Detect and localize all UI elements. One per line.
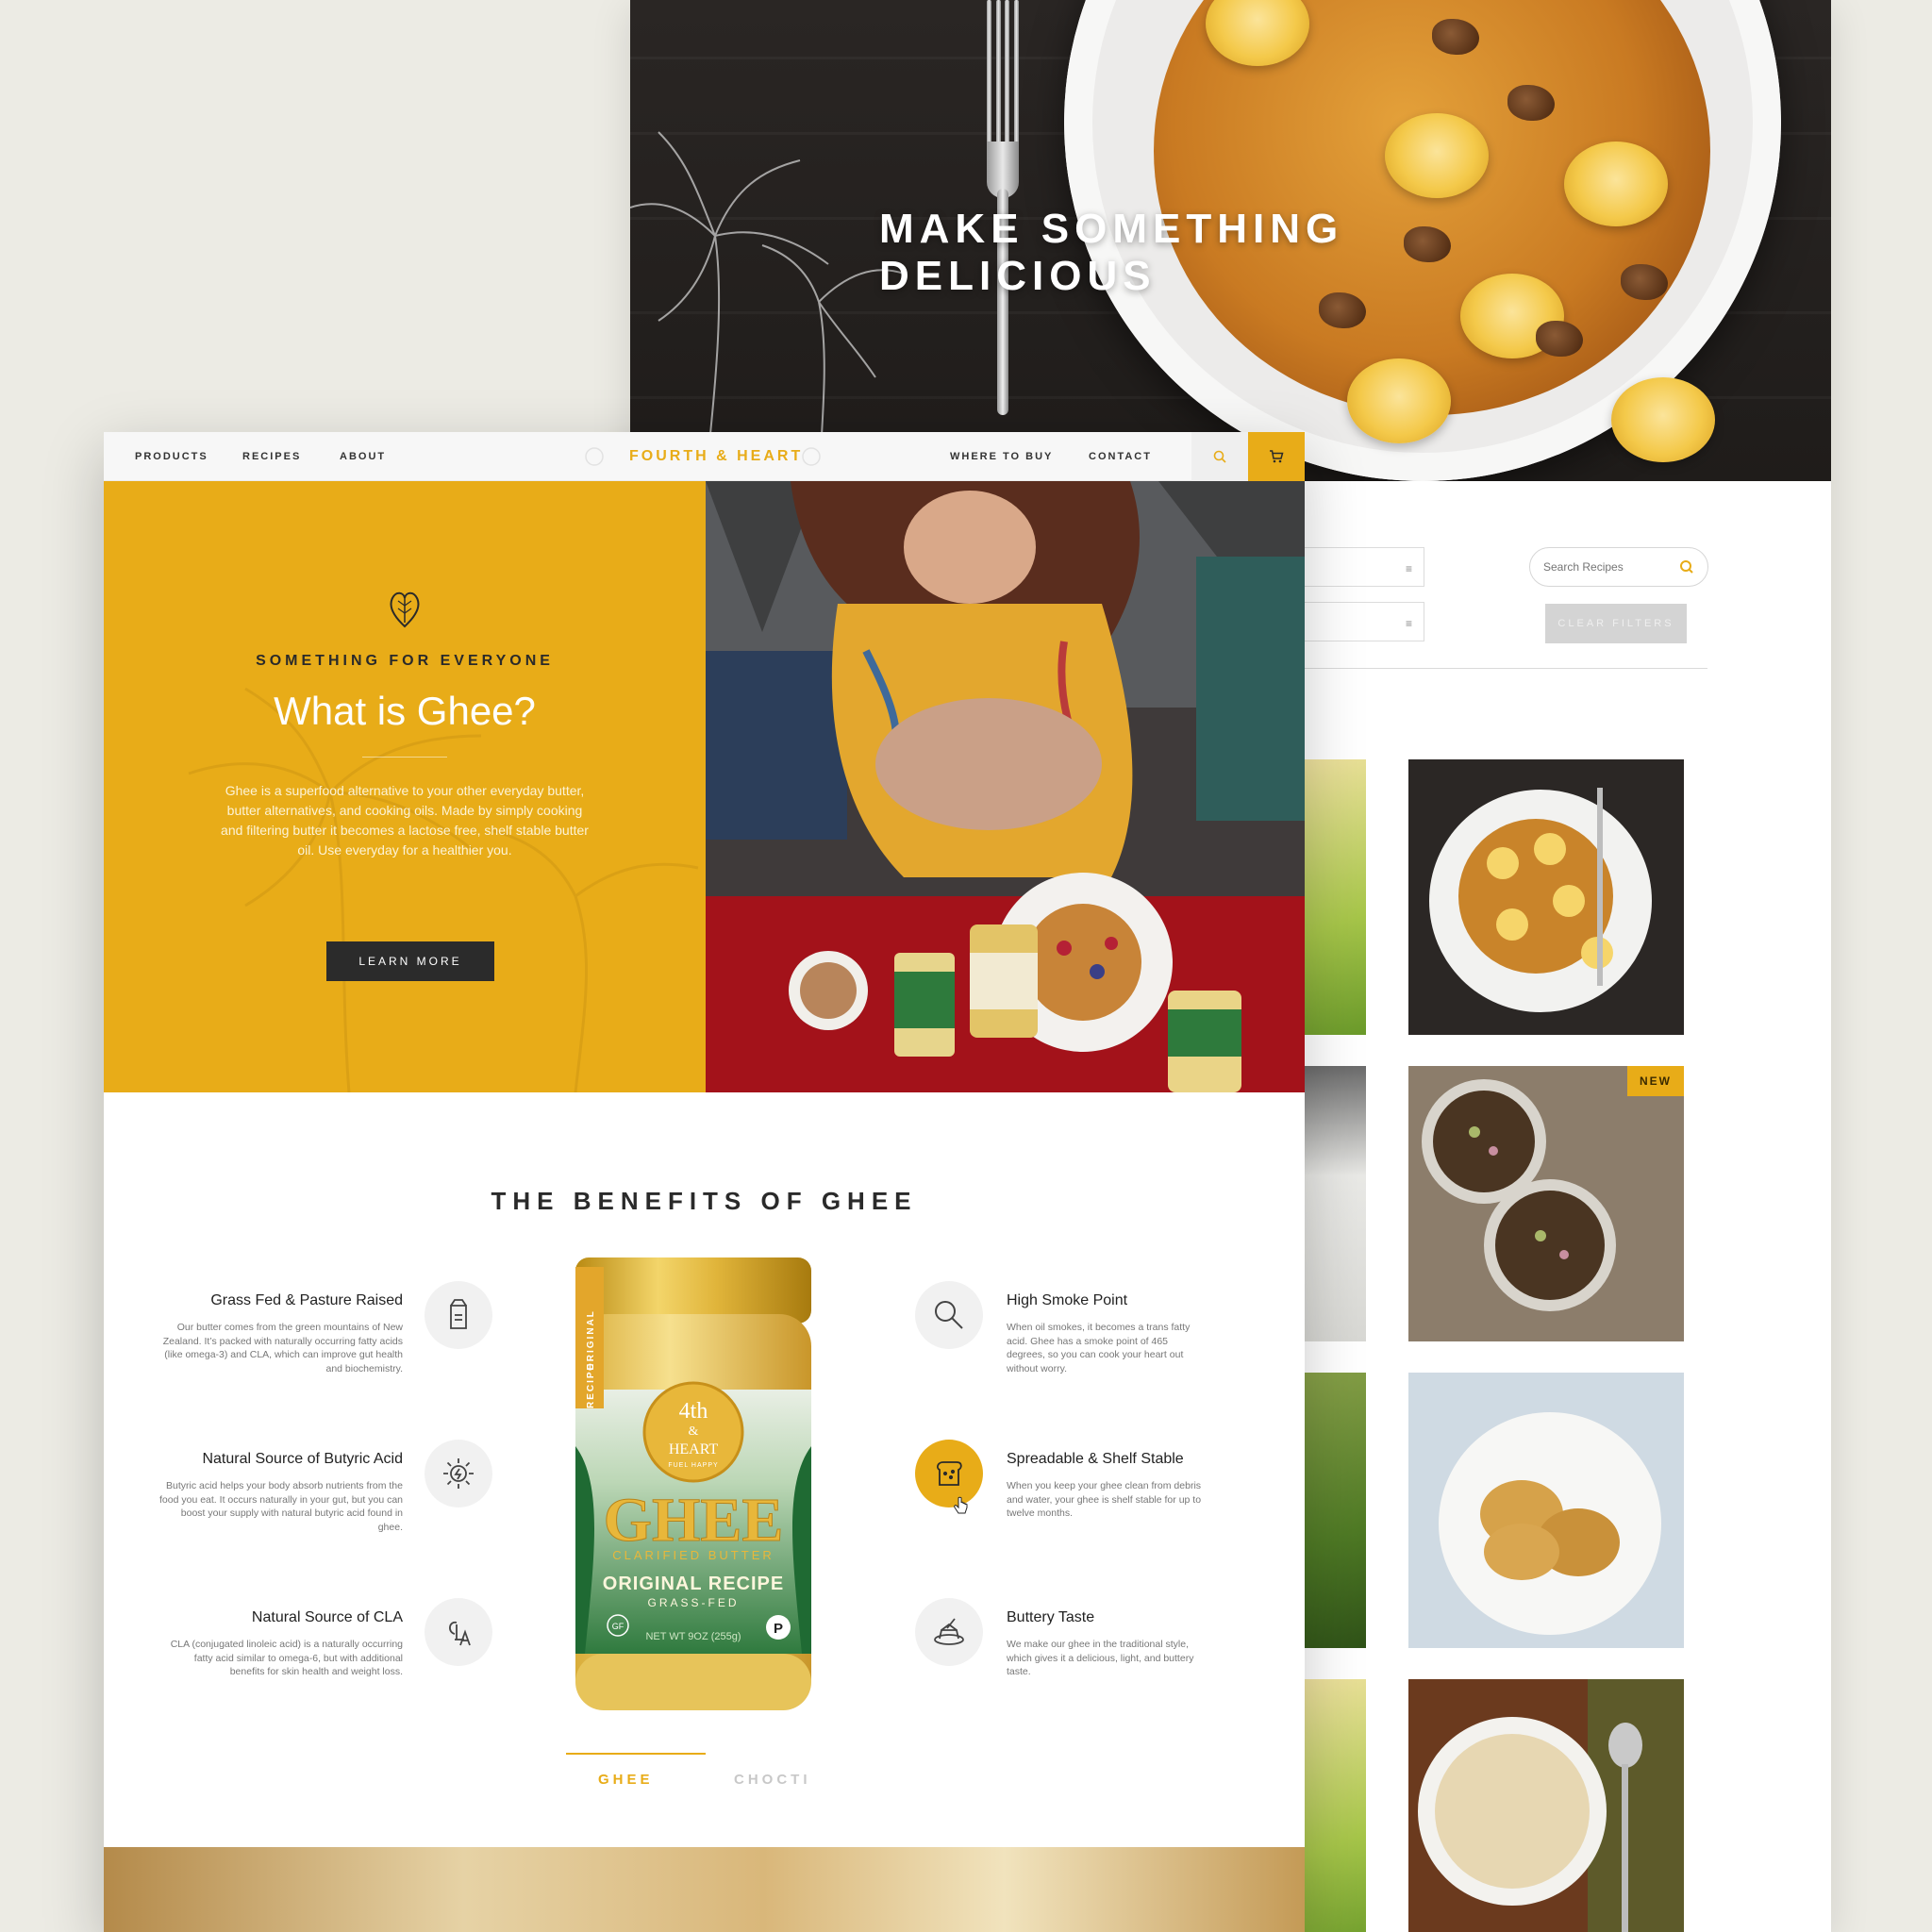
energy-sun-icon[interactable] bbox=[425, 1440, 492, 1507]
nav-recipes[interactable]: RECIPES bbox=[242, 432, 301, 481]
pointer-cursor-icon bbox=[954, 1496, 968, 1514]
cla-icon[interactable] bbox=[425, 1598, 492, 1666]
new-badge: NEW bbox=[1627, 1066, 1684, 1096]
benefit-title: Natural Source of CLA bbox=[251, 1609, 403, 1625]
section-body: Ghee is a superfood alternative to your … bbox=[221, 783, 589, 858]
divider bbox=[362, 757, 447, 758]
benefit-title: Natural Source of Butyric Acid bbox=[202, 1451, 403, 1467]
tab-chocti[interactable]: CHOCTI bbox=[734, 1772, 811, 1788]
recipe-search-input[interactable] bbox=[1543, 558, 1675, 576]
recipe-search[interactable] bbox=[1529, 547, 1708, 587]
benefit-grass-fed: Grass Fed & Pasture Raised Our butter co… bbox=[158, 1292, 403, 1375]
product-tabs: GHEE CHOCTI bbox=[566, 1753, 849, 1800]
hero-banner: MAKE SOMETHING DELICIOUS bbox=[630, 0, 1831, 481]
butter-dish-icon[interactable] bbox=[915, 1598, 983, 1666]
active-tab-indicator bbox=[566, 1753, 706, 1755]
nav-search-button[interactable] bbox=[1191, 432, 1248, 481]
walnut bbox=[1536, 321, 1583, 357]
filter-select-meal[interactable]: ≡ bbox=[1292, 602, 1424, 641]
jar-product-name: GHEE bbox=[604, 1486, 784, 1555]
ghee-jar: ORIGINAL RECIPE 4th & HEART FUEL HAPPY G… bbox=[575, 1257, 811, 1710]
jar-variant-sub: GRASS-FED bbox=[647, 1596, 739, 1609]
walnut bbox=[1432, 19, 1479, 55]
jar-side-label: RECIPE bbox=[586, 1362, 596, 1408]
palm-tree-illustration bbox=[630, 131, 905, 481]
banana-slice bbox=[1611, 377, 1715, 462]
benefit-title: Grass Fed & Pasture Raised bbox=[210, 1292, 403, 1308]
mousse-thumbnail bbox=[1408, 1066, 1684, 1341]
walnut bbox=[1507, 85, 1555, 121]
jar-tagline: FUEL HAPPY bbox=[668, 1462, 718, 1469]
nav-about[interactable]: ABOUT bbox=[340, 432, 386, 481]
benefit-buttery-taste: Buttery Taste We make our ghee in the tr… bbox=[1007, 1609, 1205, 1679]
jar-brand: HEART bbox=[669, 1441, 719, 1457]
benefit-text: CLA (conjugated linoleic acid) is a natu… bbox=[170, 1639, 403, 1677]
section-title: What is Ghee? bbox=[274, 689, 536, 733]
woman-breakfast-illustration bbox=[706, 481, 1305, 1092]
benefit-text: When you keep your ghee clean from debri… bbox=[1007, 1480, 1202, 1519]
benefit-text: We make our ghee in the traditional styl… bbox=[1007, 1639, 1194, 1677]
benefit-cla: Natural Source of CLA CLA (conjugated li… bbox=[158, 1609, 403, 1679]
search-icon bbox=[1213, 450, 1226, 463]
jar-brand: & bbox=[689, 1424, 699, 1439]
recipe-card[interactable]: NEW bbox=[1408, 1066, 1684, 1341]
ornament-icon bbox=[802, 447, 821, 466]
filter-select-category[interactable]: ≡ bbox=[1292, 547, 1424, 587]
jar-net-weight: NET WT 9OZ (255g) bbox=[645, 1631, 741, 1642]
lifestyle-photo bbox=[706, 481, 1305, 1092]
ornament-icon bbox=[585, 447, 604, 466]
soup-thumbnail bbox=[1408, 1679, 1684, 1932]
search-icon[interactable] bbox=[1675, 556, 1698, 578]
homepage: PRODUCTS RECIPES ABOUT FOURTH & HEART WH… bbox=[104, 432, 1305, 1932]
recipe-card[interactable] bbox=[1408, 759, 1684, 1035]
paleo-badge: P bbox=[774, 1621, 783, 1637]
cart-icon bbox=[1270, 450, 1284, 463]
toast-icon[interactable] bbox=[915, 1440, 983, 1507]
pancake-thumbnail bbox=[1429, 788, 1652, 1012]
nav-where-to-buy[interactable]: WHERE TO BUY bbox=[950, 432, 1053, 481]
learn-more-button[interactable]: LEARN MORE bbox=[326, 941, 494, 981]
hero-title: MAKE SOMETHING DELICIOUS bbox=[879, 206, 1344, 299]
recipe-card[interactable] bbox=[1408, 1373, 1684, 1648]
divider bbox=[1291, 668, 1707, 669]
list-icon: ≡ bbox=[1405, 617, 1412, 630]
benefit-butyric-acid: Natural Source of Butyric Acid Butyric a… bbox=[158, 1451, 403, 1534]
section-kicker: SOMETHING FOR EVERYONE bbox=[256, 653, 554, 669]
brand-logo[interactable]: FOURTH & HEART bbox=[629, 432, 803, 481]
banana-slice bbox=[1385, 113, 1489, 198]
jar-subtitle: CLARIFIED BUTTER bbox=[612, 1548, 774, 1562]
benefit-shelf-stable: Spreadable & Shelf Stable When you keep … bbox=[1007, 1451, 1205, 1521]
banana-slice bbox=[1347, 358, 1451, 443]
tab-ghee[interactable]: GHEE bbox=[598, 1772, 654, 1788]
gluten-free-badge: GF bbox=[612, 1622, 625, 1631]
milk-carton-icon[interactable] bbox=[425, 1281, 492, 1349]
next-section-image bbox=[104, 1847, 1305, 1932]
benefit-text: When oil smokes, it becomes a trans fatt… bbox=[1007, 1322, 1191, 1374]
benefit-title: Buttery Taste bbox=[1007, 1609, 1095, 1625]
frying-pan-icon[interactable] bbox=[915, 1281, 983, 1349]
benefit-title: High Smoke Point bbox=[1007, 1292, 1128, 1308]
top-nav: PRODUCTS RECIPES ABOUT FOURTH & HEART WH… bbox=[104, 432, 1305, 481]
benefits-title: THE BENEFITS OF GHEE bbox=[491, 1187, 918, 1215]
jar-side-label: ORIGINAL bbox=[586, 1309, 596, 1371]
list-icon: ≡ bbox=[1405, 562, 1412, 575]
walnut bbox=[1621, 264, 1668, 300]
recipe-card[interactable] bbox=[1408, 1679, 1684, 1932]
leaf-heart-icon bbox=[390, 591, 420, 628]
nav-contact[interactable]: CONTACT bbox=[1089, 432, 1152, 481]
benefit-text: Our butter comes from the green mountain… bbox=[162, 1322, 403, 1374]
benefit-title: Spreadable & Shelf Stable bbox=[1007, 1451, 1184, 1467]
benefit-text: Butyric acid helps your body absorb nutr… bbox=[159, 1480, 403, 1533]
jar-variant: ORIGINAL RECIPE bbox=[603, 1574, 784, 1594]
what-is-ghee-section: SOMETHING FOR EVERYONE What is Ghee? Ghe… bbox=[104, 481, 706, 1092]
fritters-thumbnail bbox=[1408, 1373, 1684, 1648]
nav-products[interactable]: PRODUCTS bbox=[135, 432, 208, 481]
benefit-smoke-point: High Smoke Point When oil smokes, it bec… bbox=[1007, 1292, 1205, 1375]
clear-filters-button[interactable]: CLEAR FILTERS bbox=[1545, 604, 1687, 643]
nav-cart-button[interactable] bbox=[1248, 432, 1305, 481]
jar-brand: 4th bbox=[679, 1399, 708, 1424]
